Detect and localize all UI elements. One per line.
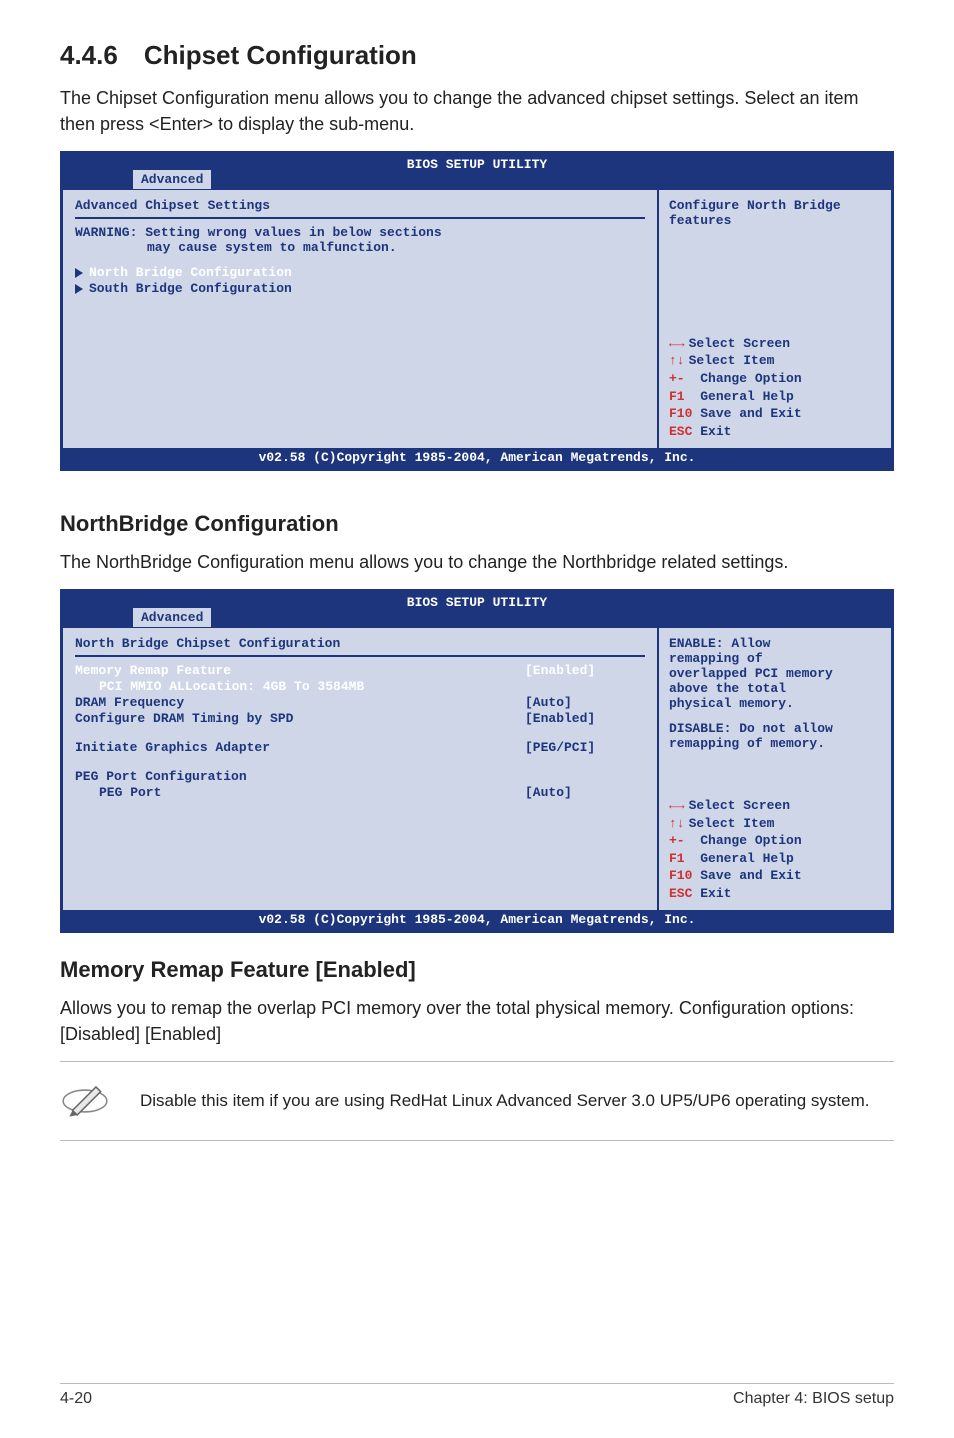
bios-right-panel: ENABLE: Allow remapping of overlapped PC… (659, 628, 891, 910)
nav-select-screen: Select Screen (669, 797, 881, 815)
bios-warning: WARNING: Setting wrong values in below s… (75, 225, 645, 255)
bios-subtitle: North Bridge Chipset Configuration (75, 636, 645, 651)
row-pci-alloc: PCI MMIO ALLocation: 4GB To 3584MB (75, 679, 645, 694)
help-l4: above the total (669, 681, 881, 696)
row-memory-remap: Memory Remap Feature [Enabled] (75, 663, 645, 678)
dram-freq-label: DRAM Frequency (75, 695, 184, 710)
mem-remap-label: Memory Remap Feature (75, 663, 231, 678)
bios-divider (75, 655, 645, 657)
bios-footer: v02.58 (C)Copyright 1985-2004, American … (63, 448, 891, 468)
pencil-note-icon (60, 1076, 110, 1126)
nav-change-option: +- Change Option (669, 832, 881, 850)
bios-divider (75, 217, 645, 219)
row-peg-port: PEG Port [Auto] (75, 785, 645, 800)
bios-nav-help: Select Screen Select Item +- Change Opti… (669, 335, 881, 440)
bios-left-panel: Advanced Chipset Settings WARNING: Setti… (63, 190, 659, 448)
help-l3: overlapped PCI memory (669, 666, 881, 681)
bios-left-panel: North Bridge Chipset Configuration Memor… (63, 628, 659, 910)
bios-footer: v02.58 (C)Copyright 1985-2004, American … (63, 910, 891, 930)
triangle-icon (75, 284, 83, 294)
row-initiate-graphics: Initiate Graphics Adapter [PEG/PCI] (75, 740, 645, 755)
nav-save-exit: F10 Save and Exit (669, 405, 881, 423)
row-cfg-dram: Configure DRAM Timing by SPD [Enabled] (75, 711, 645, 726)
bios-titlebar: BIOS SETUP UTILITY Advanced (63, 592, 891, 628)
peg-port-value: [Auto] (525, 785, 645, 800)
bios-titlebar: BIOS SETUP UTILITY Advanced (63, 154, 891, 190)
cfg-dram-value: [Enabled] (525, 711, 645, 726)
help-l5: physical memory. (669, 696, 881, 711)
chapter-label: Chapter 4: BIOS setup (733, 1390, 894, 1408)
help-l2: remapping of (669, 651, 881, 666)
help-line1: Configure North Bridge (669, 198, 881, 213)
row-peg-config: PEG Port Configuration (75, 769, 645, 784)
bios-warning-line2: may cause system to malfunction. (75, 240, 645, 255)
note-callout: Disable this item if you are using RedHa… (60, 1061, 894, 1141)
northbridge-intro: The NorthBridge Configuration menu allow… (60, 549, 894, 575)
help-l7: remapping of memory. (669, 736, 881, 751)
triangle-icon (75, 268, 83, 278)
nav-esc-exit: ESC Exit (669, 885, 881, 903)
menu-north-bridge-label: North Bridge Configuration (89, 265, 292, 280)
bios-subtitle: Advanced Chipset Settings (75, 198, 645, 213)
nav-select-item: Select Item (669, 352, 881, 370)
bios-warning-line1: WARNING: Setting wrong values in below s… (75, 225, 645, 240)
nav-general-help: F1 General Help (669, 850, 881, 868)
peg-port-label: PEG Port (99, 785, 161, 800)
memory-remap-body: Allows you to remap the overlap PCI memo… (60, 995, 894, 1047)
row-dram-freq: DRAM Frequency [Auto] (75, 695, 645, 710)
northbridge-heading: NorthBridge Configuration (60, 511, 894, 537)
iga-label: Initiate Graphics Adapter (75, 740, 270, 755)
nav-select-item: Select Item (669, 815, 881, 833)
page-number: 4-20 (60, 1390, 92, 1408)
cfg-dram-label: Configure DRAM Timing by SPD (75, 711, 293, 726)
help-l1: ENABLE: Allow (669, 636, 881, 651)
note-text: Disable this item if you are using RedHa… (140, 1089, 869, 1114)
bios-help-text: ENABLE: Allow remapping of overlapped PC… (669, 636, 881, 766)
nav-general-help: F1 General Help (669, 388, 881, 406)
bios-tab-advanced: Advanced (133, 170, 211, 189)
bios-screenshot-2: BIOS SETUP UTILITY Advanced North Bridge… (60, 589, 894, 933)
help-l6: DISABLE: Do not allow (669, 721, 881, 736)
nav-save-exit: F10 Save and Exit (669, 867, 881, 885)
dram-freq-value: [Auto] (525, 695, 645, 710)
section-intro: The Chipset Configuration menu allows yo… (60, 85, 894, 137)
nav-select-screen: Select Screen (669, 335, 881, 353)
bios-tab-advanced: Advanced (133, 608, 211, 627)
memory-remap-heading: Memory Remap Feature [Enabled] (60, 957, 894, 983)
nav-change-option: +- Change Option (669, 370, 881, 388)
menu-north-bridge: North Bridge Configuration (75, 265, 645, 280)
bios-screenshot-1: BIOS SETUP UTILITY Advanced Advanced Chi… (60, 151, 894, 471)
bios-help-text: Configure North Bridge features (669, 198, 881, 288)
bios-nav-help: Select Screen Select Item +- Change Opti… (669, 797, 881, 902)
page-footer: 4-20 Chapter 4: BIOS setup (60, 1383, 894, 1408)
pci-alloc-label: PCI MMIO ALLocation: 4GB To 3584MB (99, 679, 364, 694)
peg-conf-label: PEG Port Configuration (75, 769, 247, 784)
menu-south-bridge-label: South Bridge Configuration (89, 281, 292, 296)
menu-south-bridge: South Bridge Configuration (75, 281, 645, 296)
mem-remap-value: [Enabled] (525, 663, 645, 678)
help-line2: features (669, 213, 881, 228)
iga-value: [PEG/PCI] (525, 740, 645, 755)
nav-esc-exit: ESC Exit (669, 423, 881, 441)
section-heading: 4.4.6 Chipset Configuration (60, 40, 894, 71)
bios-right-panel: Configure North Bridge features Select S… (659, 190, 891, 448)
